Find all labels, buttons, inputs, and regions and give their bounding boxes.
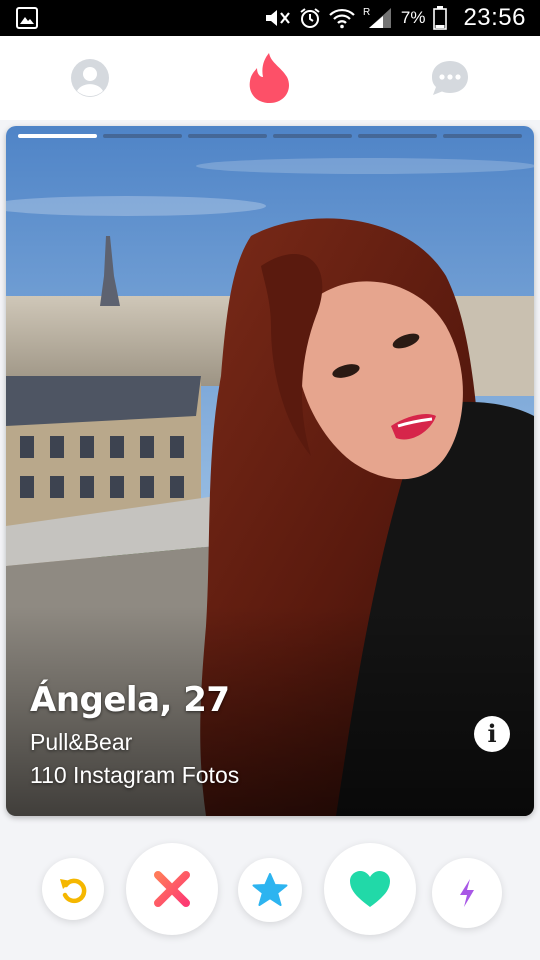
nav-home-button[interactable] <box>230 36 310 120</box>
chat-icon <box>432 61 468 95</box>
alarm-icon <box>300 8 320 28</box>
battery-percent: 7% <box>400 8 426 27</box>
photo-tab[interactable] <box>443 134 522 138</box>
photo-tab[interactable] <box>188 134 267 138</box>
photo-tab[interactable] <box>358 134 437 138</box>
nope-button[interactable] <box>126 843 218 935</box>
wifi-icon <box>329 8 355 29</box>
rewind-button[interactable] <box>42 858 104 920</box>
top-nav <box>0 36 540 120</box>
svg-text:R: R <box>363 7 370 18</box>
nav-profile-button[interactable] <box>50 36 130 120</box>
action-bar <box>0 830 540 960</box>
profile-job: Pull&Bear <box>30 729 133 755</box>
nav-messages-button[interactable] <box>410 36 490 120</box>
signal-icon: R <box>363 7 391 28</box>
gallery-notification-icon <box>16 7 38 29</box>
profile-name-age: Ángela, 27 <box>30 680 230 720</box>
mute-icon <box>265 10 290 26</box>
photo-progress-tabs <box>18 134 522 138</box>
status-clock: 23:56 <box>463 4 526 31</box>
nope-x-icon <box>154 871 190 907</box>
flame-logo-icon <box>249 53 290 103</box>
boost-bolt-icon <box>460 879 474 907</box>
info-button[interactable]: i <box>474 716 510 752</box>
profile-card[interactable]: Ángela, 27 Pull&Bear 110 Instagram Fotos… <box>6 126 534 816</box>
status-bar: R 7% 23:56 <box>0 0 540 36</box>
profile-icon <box>71 59 109 97</box>
like-button[interactable] <box>324 843 416 935</box>
battery-icon <box>433 6 448 30</box>
photo-tab[interactable] <box>103 134 182 138</box>
rewind-icon <box>60 878 87 904</box>
like-heart-icon <box>350 871 390 907</box>
photo-tab[interactable] <box>273 134 352 138</box>
super-like-star-icon <box>252 873 288 906</box>
boost-button[interactable] <box>432 858 502 928</box>
super-like-button[interactable] <box>238 858 302 922</box>
card-info: Ángela, 27 Pull&Bear 110 Instagram Fotos <box>30 680 239 792</box>
info-icon: i <box>487 719 497 748</box>
photo-tab[interactable] <box>18 134 97 138</box>
profile-instagram: 110 Instagram Fotos <box>30 762 240 788</box>
